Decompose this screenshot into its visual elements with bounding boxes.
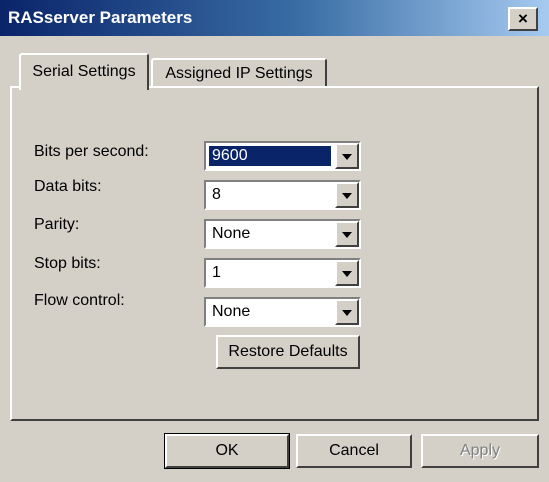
restore-defaults-label: Restore Defaults xyxy=(228,343,348,360)
close-button[interactable]: × xyxy=(508,7,538,31)
data-bits-select[interactable]: 8 xyxy=(204,180,361,210)
data-bits-dropdown-button[interactable] xyxy=(335,182,359,208)
tab-assigned-ip-settings[interactable]: Assigned IP Settings xyxy=(151,58,327,88)
cancel-label: Cancel xyxy=(329,442,379,459)
chevron-down-icon xyxy=(342,232,352,238)
bits-per-second-dropdown-button[interactable] xyxy=(335,143,359,169)
window-title: RASserver Parameters xyxy=(8,8,193,27)
parity-label: Parity: xyxy=(34,216,80,233)
tab-serial-settings[interactable]: Serial Settings xyxy=(19,53,149,90)
tab-panel xyxy=(10,86,539,421)
stop-bits-label: Stop bits: xyxy=(34,255,101,272)
tab-serial-settings-label: Serial Settings xyxy=(32,63,136,80)
bits-per-second-value: 9600 xyxy=(209,146,331,166)
chevron-down-icon xyxy=(342,193,352,199)
flow-control-value: None xyxy=(212,303,251,320)
stop-bits-dropdown-button[interactable] xyxy=(335,260,359,286)
cancel-button[interactable]: Cancel xyxy=(296,434,412,468)
chevron-down-icon xyxy=(342,310,352,316)
parity-select[interactable]: None xyxy=(204,219,361,249)
restore-defaults-button[interactable]: Restore Defaults xyxy=(216,335,360,369)
bits-per-second-select[interactable]: 9600 xyxy=(204,141,361,171)
data-bits-label: Data bits: xyxy=(34,178,102,195)
bits-per-second-label: Bits per second: xyxy=(34,143,149,160)
chevron-down-icon xyxy=(342,271,352,277)
flow-control-select[interactable]: None xyxy=(204,297,361,327)
ok-button[interactable]: OK xyxy=(164,433,290,469)
apply-button[interactable]: Apply xyxy=(421,434,539,468)
parity-value: None xyxy=(212,225,251,242)
stop-bits-select[interactable]: 1 xyxy=(204,258,361,288)
apply-label: Apply xyxy=(459,442,501,459)
data-bits-value: 8 xyxy=(212,186,221,203)
close-icon: × xyxy=(518,9,528,28)
chevron-down-icon xyxy=(342,154,352,160)
title-bar[interactable]: RASserver Parameters × xyxy=(0,0,549,36)
parity-dropdown-button[interactable] xyxy=(335,221,359,247)
flow-control-dropdown-button[interactable] xyxy=(335,299,359,325)
tab-assigned-ip-settings-label: Assigned IP Settings xyxy=(165,65,313,82)
ok-label: OK xyxy=(215,442,239,459)
stop-bits-value: 1 xyxy=(212,264,221,281)
flow-control-label: Flow control: xyxy=(34,292,125,309)
